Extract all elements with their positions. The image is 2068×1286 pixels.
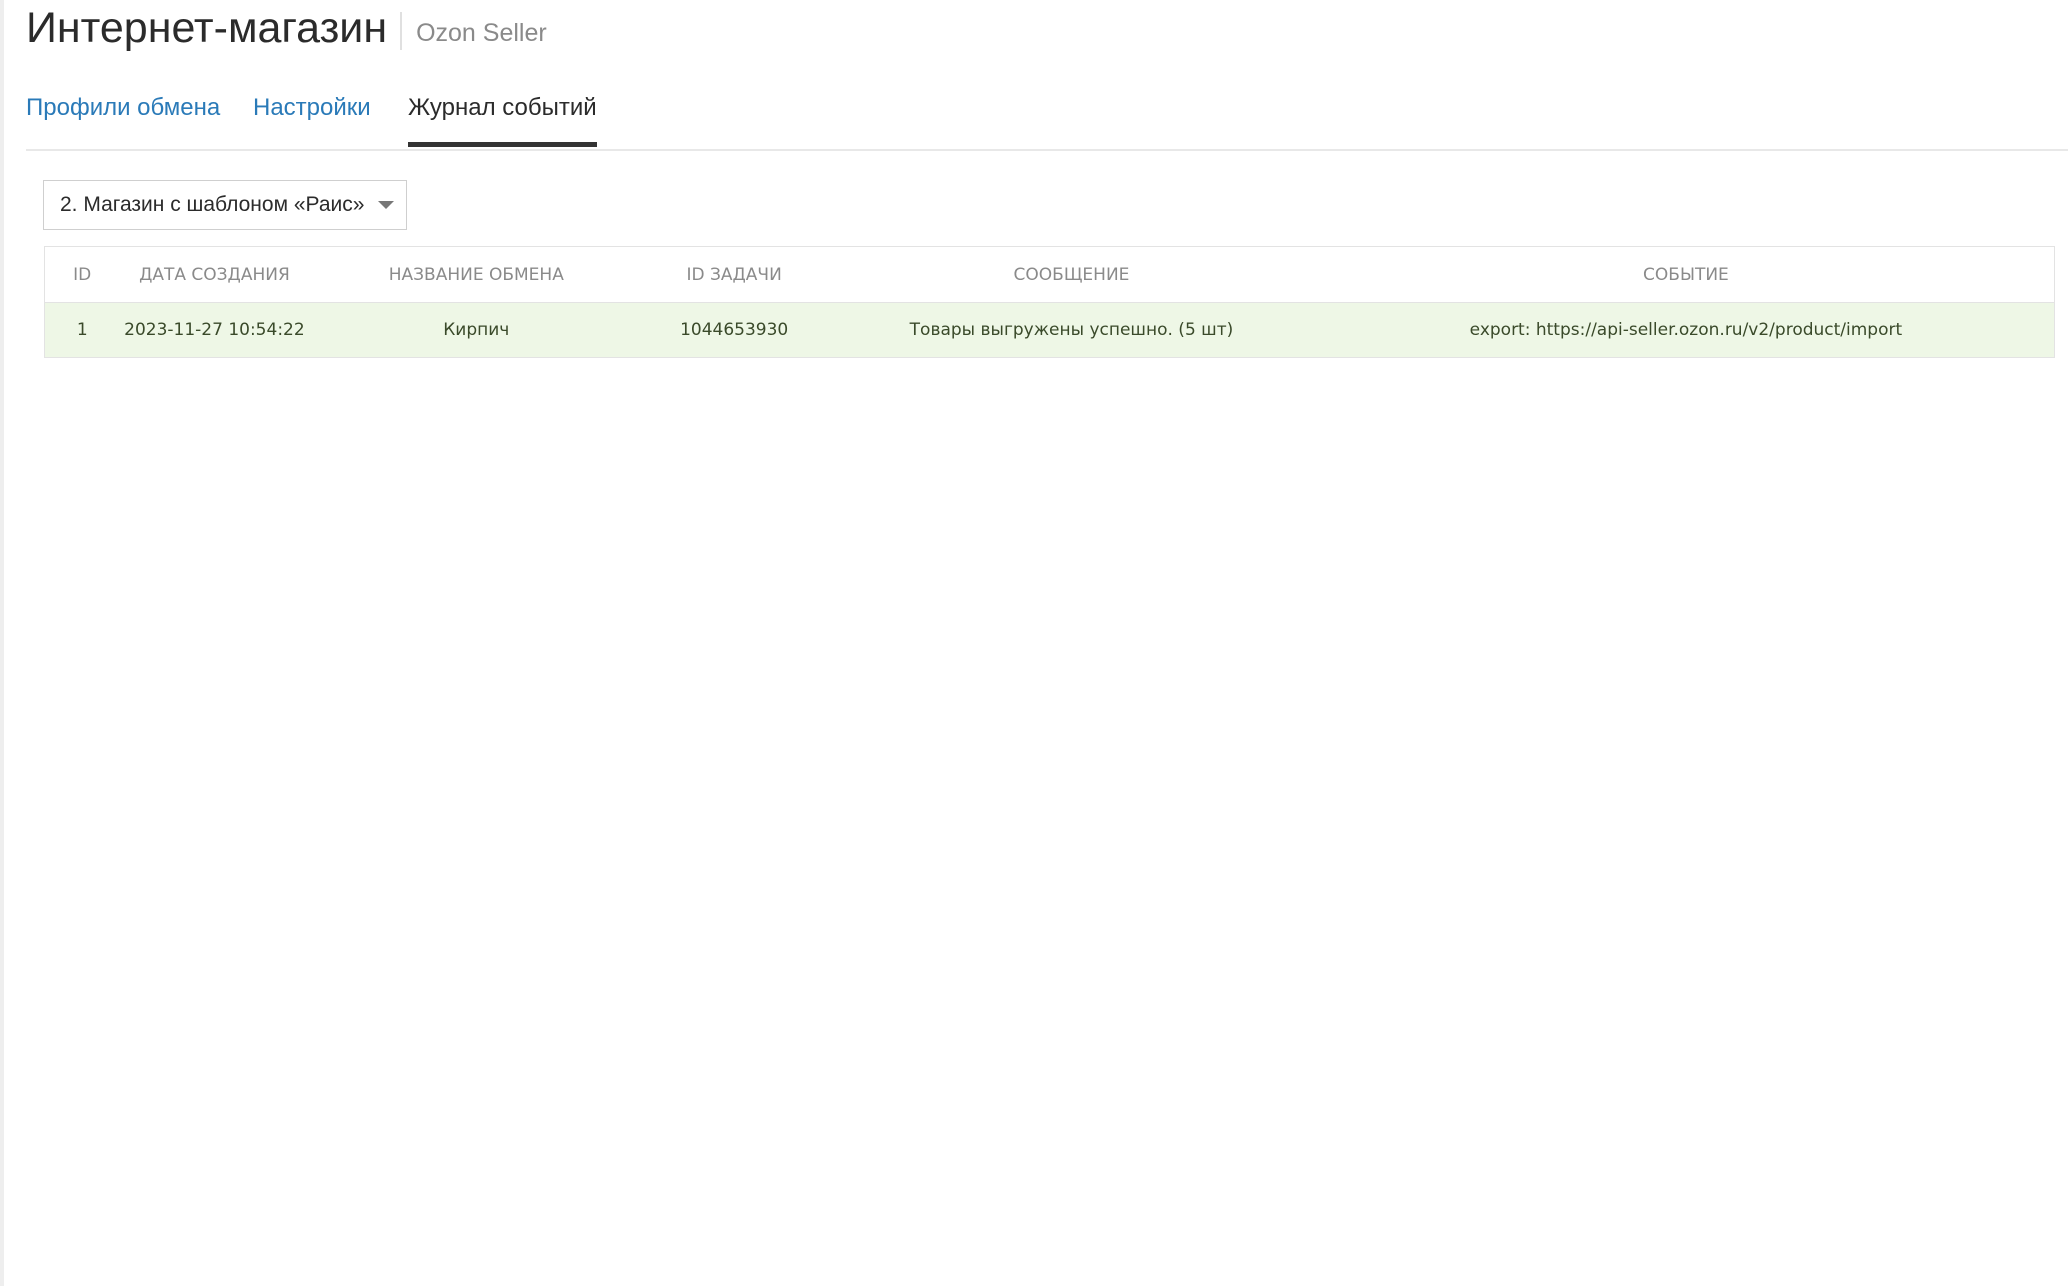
column-header-task-id[interactable]: ID ЗАДАЧИ xyxy=(643,246,826,303)
column-header-exchange-name[interactable]: НАЗВАНИЕ ОБМЕНА xyxy=(309,246,644,303)
page: Интернет-магазин Ozon Seller Профили обм… xyxy=(0,0,2068,1286)
column-header-id[interactable]: ID xyxy=(44,246,120,303)
table-row[interactable]: 1 2023-11-27 10:54:22 Кирпич 1044653930 … xyxy=(44,302,2055,358)
table-header-row: ID ДАТА СОЗДАНИЯ НАЗВАНИЕ ОБМЕНА ID ЗАДА… xyxy=(44,246,2055,303)
title-divider xyxy=(400,12,403,50)
tab-exchange-profiles[interactable]: Профили обмена xyxy=(26,86,220,147)
cell-created: 2023-11-27 10:54:22 xyxy=(119,302,310,358)
cell-exchange-name: Кирпич xyxy=(309,302,644,358)
tab-event-log[interactable]: Журнал событий xyxy=(408,86,597,147)
column-header-event[interactable]: СОБЫТИЕ xyxy=(1317,246,2055,303)
cell-message: Товары выгружены успешно. (5 шт) xyxy=(825,302,1318,358)
cell-event: export: https://api-seller.ozon.ru/v2/pr… xyxy=(1317,302,2055,358)
column-header-created[interactable]: ДАТА СОЗДАНИЯ xyxy=(119,246,310,303)
cell-task-id: 1044653930 xyxy=(643,302,826,358)
page-subtitle: Ozon Seller xyxy=(416,18,547,47)
page-header: Интернет-магазин Ozon Seller xyxy=(26,6,547,50)
column-header-message[interactable]: СООБЩЕНИЕ xyxy=(825,246,1318,303)
tab-bar: Профили обмена Настройки Журнал событий xyxy=(26,86,2068,151)
chevron-down-icon[interactable] xyxy=(378,201,394,209)
profile-select-value: 2. Магазин с шаблоном «Раис» xyxy=(60,193,365,216)
tab-settings[interactable]: Настройки xyxy=(253,86,371,147)
page-title: Интернет-магазин xyxy=(26,3,388,52)
event-log-table: ID ДАТА СОЗДАНИЯ НАЗВАНИЕ ОБМЕНА ID ЗАДА… xyxy=(44,246,2055,358)
cell-id: 1 xyxy=(44,302,120,358)
profile-select[interactable]: 2. Магазин с шаблоном «Раис» xyxy=(43,180,407,230)
